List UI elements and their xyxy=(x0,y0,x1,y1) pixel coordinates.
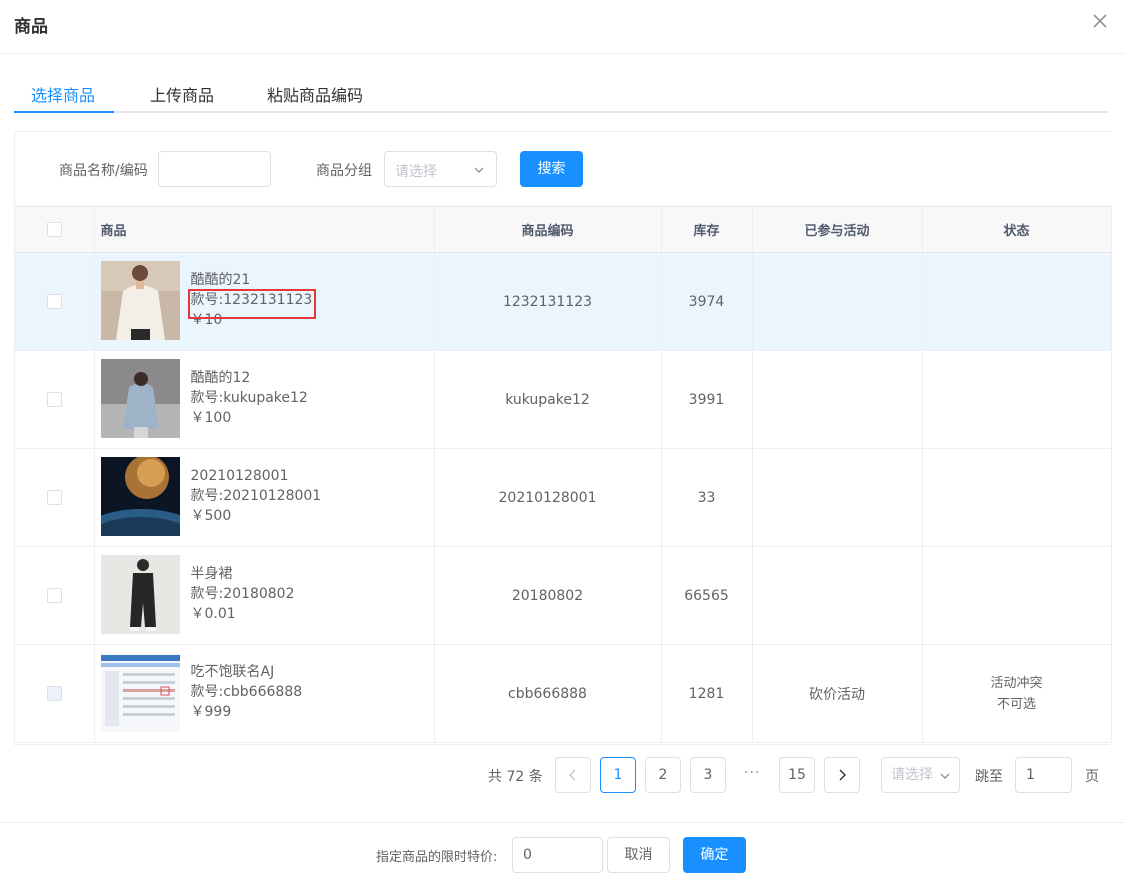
dialog-footer: 指定商品的限时特价: 0 取消 确定 xyxy=(0,822,1125,884)
header-code: 商品编码 xyxy=(434,206,662,253)
header-product: 商品 xyxy=(94,206,435,253)
row-checkbox-disabled xyxy=(46,686,62,701)
product-activity: 砍价活动 xyxy=(752,644,923,743)
product-status xyxy=(922,448,1112,547)
search-button[interactable]: 搜索 xyxy=(520,151,583,187)
product-table: 商品 商品编码 库存 已参与活动 状态 酷酷的21 款号:1232131123 … xyxy=(15,206,1112,743)
table-row[interactable]: 20210128001 款号:20210128001 ￥500 20210128… xyxy=(15,448,1112,547)
table-row[interactable]: 半身裙 款号:20180802 ￥0.01 20180802 66565 xyxy=(15,546,1112,645)
next-page-button[interactable] xyxy=(824,757,860,793)
row-checkbox[interactable] xyxy=(46,392,62,407)
chevron-down-icon xyxy=(940,773,950,779)
page-button-2[interactable]: 2 xyxy=(645,757,681,793)
group-select-placeholder: 请选择 xyxy=(395,164,437,180)
product-thumbnail xyxy=(100,457,180,536)
product-sku: 款号:20210128001 xyxy=(190,488,322,504)
pagination-ellipsis[interactable]: ··· xyxy=(744,765,760,781)
special-price-input[interactable]: 0 xyxy=(512,837,603,873)
header-status: 状态 xyxy=(922,206,1112,253)
product-sku: 款号:20180802 xyxy=(190,586,295,602)
product-thumbnail xyxy=(100,653,180,732)
page-button-3[interactable]: 3 xyxy=(690,757,726,793)
active-tab-indicator xyxy=(14,111,114,113)
page-button-15[interactable]: 15 xyxy=(779,757,815,793)
cancel-button[interactable]: 取消 xyxy=(607,837,670,873)
row-checkbox[interactable] xyxy=(46,588,62,603)
header-stock: 库存 xyxy=(661,206,753,253)
group-select[interactable]: 请选择 xyxy=(384,151,497,187)
product-code: 20180802 xyxy=(434,546,662,645)
header-activity: 已参与活动 xyxy=(752,206,923,253)
product-sku: 款号:kukupake12 xyxy=(190,390,308,406)
dialog-header: 商品 xyxy=(0,0,1125,54)
product-sku: 款号:cbb666888 xyxy=(190,684,303,700)
prev-page-button[interactable] xyxy=(555,757,591,793)
product-price: ￥0.01 xyxy=(190,606,236,622)
product-code: kukupake12 xyxy=(434,350,662,449)
product-code: 1232131123 xyxy=(434,252,662,351)
product-thumbnail xyxy=(100,261,180,340)
tab-select-product[interactable]: 选择商品 xyxy=(31,82,95,106)
jump-page-input[interactable]: 1 xyxy=(1015,757,1072,793)
tab-bar: 选择商品 上传商品 粘贴商品编码 xyxy=(14,70,1109,113)
table-row[interactable]: 酷酷的21 款号:1232131123 ￥10 1232131123 3974 xyxy=(15,252,1112,351)
dialog-title: 商品 xyxy=(14,17,48,37)
close-icon[interactable] xyxy=(1091,12,1109,30)
page-suffix: 页 xyxy=(1085,769,1099,785)
page-size-select[interactable]: 请选择 xyxy=(881,757,960,793)
table-row: 吃不饱联名AJ 款号:cbb666888 ￥999 cbb666888 1281… xyxy=(15,644,1112,743)
product-name: 半身裙 xyxy=(190,566,233,582)
product-status xyxy=(922,350,1112,449)
product-name: 酷酷的21 xyxy=(190,272,251,288)
product-stock: 3974 xyxy=(661,252,753,351)
product-stock: 3991 xyxy=(661,350,753,449)
chevron-down-icon xyxy=(473,164,485,180)
product-stock: 1281 xyxy=(661,644,753,743)
product-code: 20210128001 xyxy=(434,448,662,547)
product-activity xyxy=(752,546,923,645)
chevron-right-icon xyxy=(839,769,846,781)
product-price: ￥500 xyxy=(190,508,232,524)
product-status xyxy=(922,546,1112,645)
jump-label: 跳至 xyxy=(975,769,1003,785)
select-all-checkbox[interactable] xyxy=(46,222,62,237)
product-activity xyxy=(752,448,923,547)
row-checkbox[interactable] xyxy=(46,294,62,309)
product-status xyxy=(922,252,1112,351)
product-activity xyxy=(752,350,923,449)
product-thumbnail xyxy=(100,359,180,438)
select-all-cell xyxy=(15,206,95,253)
product-price: ￥100 xyxy=(190,410,232,426)
name-search-input[interactable] xyxy=(158,151,271,187)
table-row[interactable]: 酷酷的12 款号:kukupake12 ￥100 kukupake12 3991 xyxy=(15,350,1112,449)
annotation-highlight-box xyxy=(187,289,316,319)
product-thumbnail xyxy=(100,555,180,634)
product-name: 20210128001 xyxy=(190,468,289,484)
confirm-button[interactable]: 确定 xyxy=(683,837,746,873)
product-price: ￥999 xyxy=(190,704,232,720)
product-stock: 33 xyxy=(661,448,753,547)
tab-upload-product[interactable]: 上传商品 xyxy=(150,82,214,106)
product-code: cbb666888 xyxy=(434,644,662,743)
special-price-label: 指定商品的限时特价: xyxy=(376,850,498,865)
product-activity xyxy=(752,252,923,351)
page-button-1[interactable]: 1 xyxy=(600,757,636,793)
row-checkbox[interactable] xyxy=(46,490,62,505)
product-name: 吃不饱联名AJ xyxy=(190,664,275,680)
chevron-left-icon xyxy=(569,769,576,781)
product-panel: 商品名称/编码 商品分组 请选择 搜索 商品 商品编码 库存 已参与活动 状态 xyxy=(14,131,1112,745)
product-stock: 66565 xyxy=(661,546,753,645)
pagination-total: 共 72 条 xyxy=(488,769,543,785)
product-name: 酷酷的12 xyxy=(190,370,251,386)
group-filter-label: 商品分组 xyxy=(316,163,372,179)
product-status: 活动冲突 不可选 xyxy=(922,644,1112,743)
name-filter-label: 商品名称/编码 xyxy=(59,163,148,179)
table-header-row: 商品 商品编码 库存 已参与活动 状态 xyxy=(15,206,1112,253)
tab-paste-code[interactable]: 粘贴商品编码 xyxy=(267,82,363,106)
